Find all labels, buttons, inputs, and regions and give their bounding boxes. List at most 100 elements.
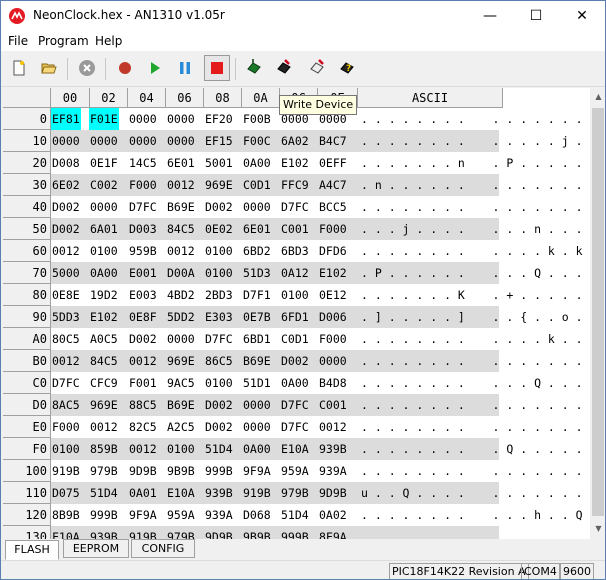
hex-cell[interactable]: 9D9B	[204, 526, 234, 539]
hex-cell[interactable]: 0A01	[128, 482, 158, 504]
ascii-cell[interactable]: . . . . . . . . . . . . . . . .	[361, 526, 590, 539]
hex-cell[interactable]: 8B9B	[51, 504, 81, 526]
hex-cell[interactable]: 999B	[89, 504, 119, 526]
hex-cell[interactable]: D003	[128, 218, 158, 240]
hex-cell[interactable]: 0E7B	[242, 306, 272, 328]
ascii-cell[interactable]: . . . . . . . . . . . h . . Q .	[361, 504, 590, 526]
column-header[interactable]: 04	[128, 88, 166, 108]
title-bar[interactable]: NeonClock.hex - AN1310 v1.05r — ☐ ✕	[1, 1, 605, 31]
hex-cell[interactable]: D068	[242, 504, 272, 526]
hex-cell[interactable]: C001	[280, 218, 310, 240]
scroll-thumb[interactable]	[592, 108, 604, 516]
hex-cell[interactable]: F000	[51, 416, 81, 438]
hex-cell[interactable]: 0A12	[280, 262, 310, 284]
hex-cell[interactable]: 0A02	[318, 504, 348, 526]
stop-button[interactable]	[204, 55, 230, 81]
hex-cell[interactable]: 999B	[280, 526, 310, 539]
pause-button[interactable]	[173, 56, 197, 80]
hex-cell[interactable]: 0100	[204, 240, 234, 262]
hex-cell[interactable]: 51D4	[89, 482, 119, 504]
hex-cell[interactable]: 6E01	[242, 218, 272, 240]
hex-cell[interactable]: 0100	[51, 438, 81, 460]
hex-cell[interactable]: 0E8F	[128, 306, 158, 328]
hex-cell[interactable]: BCC5	[318, 196, 348, 218]
tab-flash[interactable]: FLASH	[5, 540, 59, 560]
hex-cell[interactable]: D002	[128, 328, 158, 350]
hex-cell[interactable]: 9F9A	[128, 504, 158, 526]
hex-cell[interactable]: E102	[89, 306, 119, 328]
hex-cell[interactable]: 0000	[166, 328, 196, 350]
hex-cell[interactable]: D006	[318, 306, 348, 328]
hex-cell[interactable]: 0A00	[89, 262, 119, 284]
run-button[interactable]	[143, 56, 167, 80]
hex-cell[interactable]: B69E	[166, 394, 196, 416]
read-device-button[interactable]	[242, 56, 266, 80]
record-button[interactable]	[113, 56, 137, 80]
hex-cell[interactable]: D002	[280, 350, 310, 372]
scroll-down-arrow-icon[interactable]: ▼	[590, 520, 605, 537]
hex-cell[interactable]: 969E	[166, 350, 196, 372]
hex-cell[interactable]: E10A	[166, 482, 196, 504]
hex-cell[interactable]: 0000	[128, 130, 158, 152]
ascii-cell[interactable]: . . . . . . . . . . . . . j . .	[361, 130, 590, 152]
hex-cell[interactable]: 8F9A	[318, 526, 348, 539]
ascii-cell[interactable]: . . . . . . . . . Q . . . . . .	[361, 438, 590, 460]
hex-cell[interactable]: 9D9B	[318, 482, 348, 504]
hex-cell[interactable]: F000	[318, 218, 348, 240]
new-file-button[interactable]	[7, 56, 31, 80]
hex-cell[interactable]: D7FC	[280, 416, 310, 438]
hex-cell[interactable]: 939A	[318, 460, 348, 482]
hex-cell[interactable]: CFC9	[89, 372, 119, 394]
hex-cell[interactable]: 0000	[166, 130, 196, 152]
scroll-up-arrow-icon[interactable]: ▲	[590, 88, 605, 105]
hex-cell[interactable]: 0E12	[318, 284, 348, 306]
hex-cell[interactable]: 959A	[280, 460, 310, 482]
hex-cell[interactable]: 0012	[318, 416, 348, 438]
hex-cell[interactable]: 0E8E	[51, 284, 81, 306]
hex-cell[interactable]: F000	[318, 328, 348, 350]
hex-cell[interactable]: 0A00	[280, 372, 310, 394]
hex-cell[interactable]: D002	[204, 196, 234, 218]
memory-grid[interactable]: 00020406080A0C0EASCII0EF81F01E00000000EF…	[3, 88, 590, 539]
hex-cell[interactable]: E102	[318, 262, 348, 284]
hex-cell[interactable]: 959A	[166, 504, 196, 526]
tab-eeprom[interactable]: EEPROM	[63, 539, 129, 558]
column-header[interactable]: 0A	[242, 88, 280, 108]
hex-cell[interactable]: D7FC	[128, 196, 158, 218]
hex-cell[interactable]: B4C7	[318, 130, 348, 152]
hex-cell[interactable]: EF20	[204, 108, 234, 130]
hex-cell[interactable]: A4C7	[318, 174, 348, 196]
hex-cell[interactable]: B69E	[166, 196, 196, 218]
hex-cell[interactable]: 5001	[204, 152, 234, 174]
hex-cell[interactable]: 0000	[242, 196, 272, 218]
ascii-cell[interactable]: . . . . . . . n . P . . . . . .	[361, 152, 590, 174]
hex-cell[interactable]: D075	[51, 482, 81, 504]
hex-cell[interactable]: EF15	[204, 130, 234, 152]
hex-cell[interactable]: 88C5	[128, 394, 158, 416]
hex-cell[interactable]: 0100	[89, 240, 119, 262]
hex-cell[interactable]: 9F9A	[242, 460, 272, 482]
hex-cell[interactable]: D002	[204, 394, 234, 416]
hex-cell[interactable]: 939B	[318, 438, 348, 460]
ascii-cell[interactable]: . . . . . . . . . . . . k . . .	[361, 328, 590, 350]
hex-cell[interactable]: 859B	[89, 438, 119, 460]
hex-cell[interactable]: D7FC	[280, 394, 310, 416]
hex-cell[interactable]: 959B	[128, 240, 158, 262]
hex-cell[interactable]: 0012	[89, 416, 119, 438]
tab-config[interactable]: CONFIG	[131, 539, 195, 558]
minimize-button[interactable]: —	[467, 1, 513, 31]
hex-cell[interactable]: B69E	[242, 350, 272, 372]
column-header-ascii[interactable]: ASCII	[358, 88, 503, 108]
hex-cell[interactable]: EF81	[51, 108, 81, 130]
ascii-cell[interactable]: u . . Q . . . . . . . . . . . .	[361, 482, 590, 504]
hex-cell[interactable]: 0012	[166, 240, 196, 262]
hex-cell[interactable]: E10A	[280, 438, 310, 460]
hex-cell[interactable]: 2BD3	[204, 284, 234, 306]
hex-cell[interactable]: F01E	[89, 108, 119, 130]
hex-cell[interactable]: D008	[51, 152, 81, 174]
hex-cell[interactable]: 82C5	[128, 416, 158, 438]
hex-cell[interactable]: 919B	[128, 526, 158, 539]
hex-cell[interactable]: 86C5	[204, 350, 234, 372]
erase-device-button[interactable]	[305, 56, 329, 80]
hex-cell[interactable]: 8AC5	[51, 394, 81, 416]
